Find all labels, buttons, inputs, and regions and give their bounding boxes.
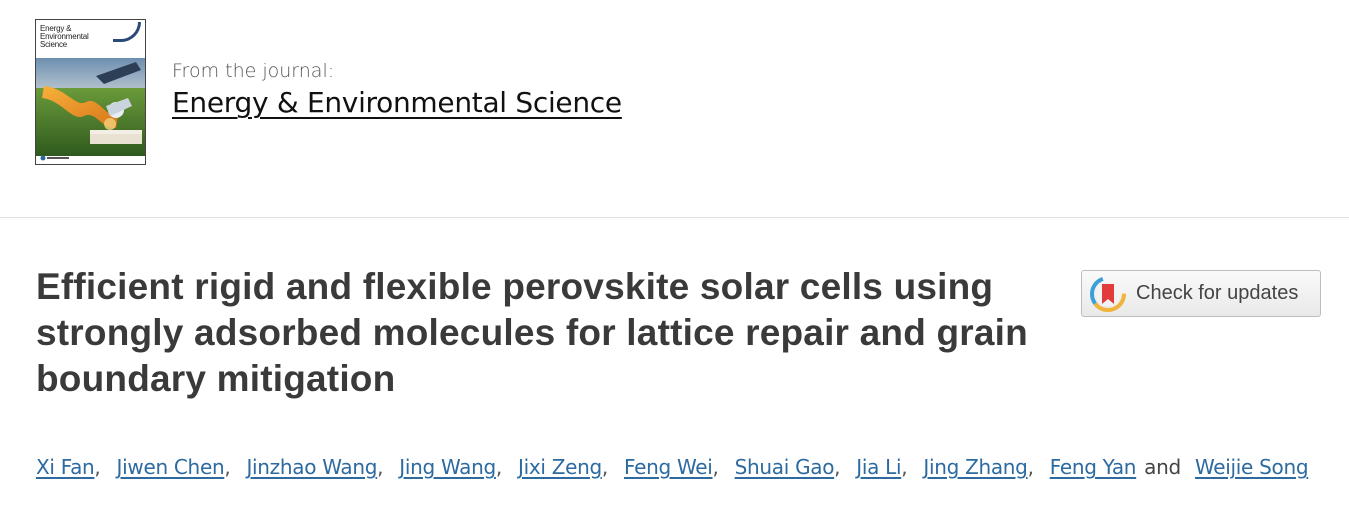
cover-title: Energy & Environmental Science (40, 24, 89, 49)
author-separator: , (224, 455, 231, 479)
journal-header: Energy & Environmental Science From the … (0, 0, 1349, 218)
author-link[interactable]: Shuai Gao (735, 455, 835, 479)
author-link[interactable]: Jia Li (856, 455, 901, 479)
author-separator: , (901, 455, 908, 479)
author-and-label: and (1144, 455, 1181, 479)
check-for-updates-label: Check for updates (1136, 282, 1299, 304)
author-separator: , (601, 455, 608, 479)
author-link[interactable]: Jing Zhang (923, 455, 1028, 479)
author-separator: , (834, 455, 841, 479)
from-journal-label: From the journal: (172, 60, 335, 82)
author-link[interactable]: Jixi Zeng (518, 455, 602, 479)
author-link[interactable]: Jinzhao Wang (246, 455, 377, 479)
author-separator: , (377, 455, 384, 479)
author-separator: , (495, 455, 502, 479)
author-link[interactable]: Weijie Song (1195, 455, 1309, 479)
publisher-logo-icon (40, 155, 69, 161)
crossmark-icon (1090, 276, 1126, 312)
cover-logo-swoosh (113, 22, 141, 42)
author-link[interactable]: Feng Wei (624, 455, 713, 479)
article-title: Efficient rigid and flexible perovskite … (36, 266, 1028, 399)
author-separator: , (712, 455, 719, 479)
author-link[interactable]: Jiwen Chen (117, 455, 225, 479)
author-separator: , (94, 455, 101, 479)
author-list: Xi Fan, Jiwen Chen, Jinzhao Wang, Jing W… (36, 444, 1326, 490)
journal-cover-image[interactable]: Energy & Environmental Science (35, 19, 146, 165)
journal-name-link[interactable]: Energy & Environmental Science (172, 86, 622, 119)
check-for-updates-button[interactable]: Check for updates (1081, 270, 1321, 317)
author-separator: , (1027, 455, 1034, 479)
author-link[interactable]: Jing Wang (399, 455, 496, 479)
author-link[interactable]: Xi Fan (36, 455, 95, 479)
author-link[interactable]: Feng Yan (1050, 455, 1137, 479)
cover-artwork (36, 58, 145, 156)
